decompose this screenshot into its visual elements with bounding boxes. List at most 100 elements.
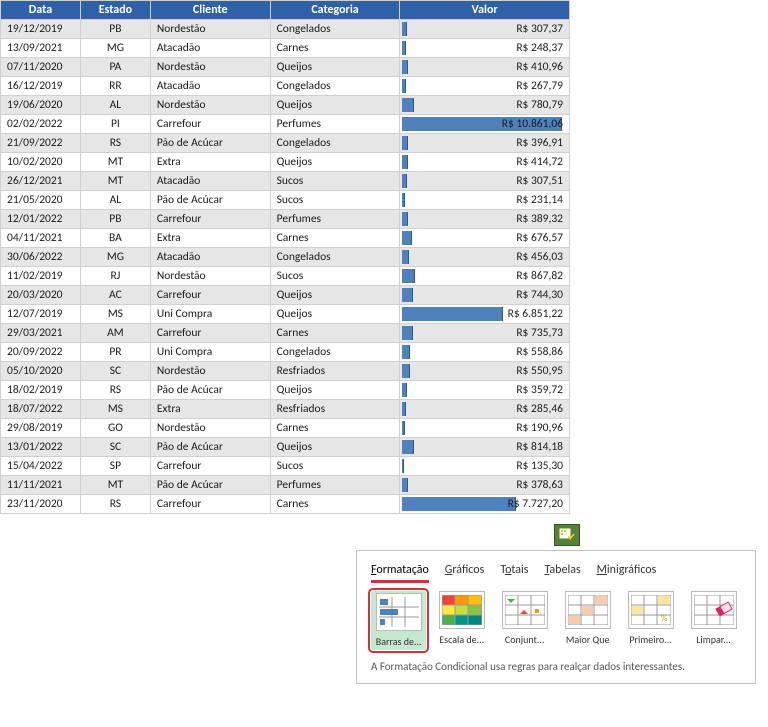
table-row[interactable]: 30/06/2022MGAtacadãoCongeladosR$ 456,03 — [1, 248, 570, 267]
cell-valor[interactable]: R$ 190,96 — [400, 419, 570, 438]
cell-categoria[interactable]: Perfumes — [270, 115, 400, 134]
cell-valor[interactable]: R$ 307,51 — [400, 172, 570, 191]
cell-estado[interactable]: BA — [80, 229, 150, 248]
cell-data[interactable]: 19/12/2019 — [1, 20, 81, 39]
cell-estado[interactable]: MT — [80, 153, 150, 172]
cell-valor[interactable]: R$ 814,18 — [400, 438, 570, 457]
qa-option-4[interactable]: %Primeiro... — [623, 591, 678, 650]
cell-valor[interactable]: R$ 7.727,20 — [400, 495, 570, 514]
table-row[interactable]: 02/02/2022PICarrefourPerfumesR$ 10.861,0… — [1, 115, 570, 134]
cell-cliente[interactable]: Extra — [150, 400, 270, 419]
cell-categoria[interactable]: Carnes — [270, 324, 400, 343]
cell-cliente[interactable]: Carrefour — [150, 457, 270, 476]
cell-data[interactable]: 12/01/2022 — [1, 210, 81, 229]
cell-categoria[interactable]: Perfumes — [270, 210, 400, 229]
qa-option-0[interactable]: Barras de... — [371, 591, 426, 650]
cell-valor[interactable]: R$ 6.851,22 — [400, 305, 570, 324]
cell-categoria[interactable]: Queijos — [270, 305, 400, 324]
cell-data[interactable]: 21/05/2020 — [1, 191, 81, 210]
cell-cliente[interactable]: Atacadão — [150, 248, 270, 267]
cell-cliente[interactable]: Uni Compra — [150, 343, 270, 362]
cell-cliente[interactable]: Nordestão — [150, 58, 270, 77]
table-row[interactable]: 21/09/2022RSPão de AcúcarCongeladosR$ 39… — [1, 134, 570, 153]
cell-data[interactable]: 13/09/2021 — [1, 39, 81, 58]
cell-data[interactable]: 20/09/2022 — [1, 343, 81, 362]
cell-valor[interactable]: R$ 267,79 — [400, 77, 570, 96]
cell-cliente[interactable]: Carrefour — [150, 115, 270, 134]
qa-option-2[interactable]: Conjunt... — [497, 591, 552, 650]
cell-estado[interactable]: GO — [80, 419, 150, 438]
cell-cliente[interactable]: Nordestão — [150, 419, 270, 438]
table-row[interactable]: 20/03/2020ACCarrefourQueijosR$ 744,30 — [1, 286, 570, 305]
cell-valor[interactable]: R$ 735,73 — [400, 324, 570, 343]
header-estado[interactable]: Estado — [80, 1, 150, 20]
cell-cliente[interactable]: Carrefour — [150, 324, 270, 343]
table-row[interactable]: 18/07/2022MSExtraResfriadosR$ 285,46 — [1, 400, 570, 419]
tab-formatao[interactable]: Formatação — [371, 563, 429, 581]
cell-valor[interactable]: R$ 307,37 — [400, 20, 570, 39]
cell-categoria[interactable]: Perfumes — [270, 476, 400, 495]
cell-valor[interactable]: R$ 359,72 — [400, 381, 570, 400]
tab-tabelas[interactable]: Tabelas — [545, 563, 581, 581]
cell-valor[interactable]: R$ 410,96 — [400, 58, 570, 77]
cell-valor[interactable]: R$ 396,91 — [400, 134, 570, 153]
qa-option-1[interactable]: Escala de... — [434, 591, 489, 650]
cell-categoria[interactable]: Queijos — [270, 153, 400, 172]
cell-categoria[interactable]: Resfriados — [270, 400, 400, 419]
cell-valor[interactable]: R$ 248,37 — [400, 39, 570, 58]
table-row[interactable]: 18/02/2019RSPão de AcúcarQueijosR$ 359,7… — [1, 381, 570, 400]
data-table[interactable]: Data Estado Cliente Categoria Valor 19/1… — [0, 0, 570, 514]
cell-cliente[interactable]: Nordestão — [150, 362, 270, 381]
cell-estado[interactable]: PI — [80, 115, 150, 134]
cell-categoria[interactable]: Queijos — [270, 381, 400, 400]
cell-estado[interactable]: MS — [80, 305, 150, 324]
cell-valor[interactable]: R$ 558,86 — [400, 343, 570, 362]
table-row[interactable]: 20/09/2022PRUni CompraCongeladosR$ 558,8… — [1, 343, 570, 362]
cell-estado[interactable]: AL — [80, 96, 150, 115]
table-row[interactable]: 23/11/2020RSCarrefourCarnesR$ 7.727,20 — [1, 495, 570, 514]
cell-categoria[interactable]: Carnes — [270, 495, 400, 514]
cell-estado[interactable]: PB — [80, 210, 150, 229]
cell-data[interactable]: 21/09/2022 — [1, 134, 81, 153]
cell-cliente[interactable]: Nordestão — [150, 20, 270, 39]
cell-estado[interactable]: PA — [80, 58, 150, 77]
cell-estado[interactable]: RS — [80, 381, 150, 400]
cell-categoria[interactable]: Congelados — [270, 343, 400, 362]
cell-categoria[interactable]: Congelados — [270, 248, 400, 267]
cell-cliente[interactable]: Carrefour — [150, 495, 270, 514]
qa-option-5[interactable]: Limpar... — [686, 591, 741, 650]
cell-estado[interactable]: SC — [80, 438, 150, 457]
cell-estado[interactable]: SC — [80, 362, 150, 381]
cell-estado[interactable]: MG — [80, 39, 150, 58]
header-valor[interactable]: Valor — [400, 1, 570, 20]
cell-data[interactable]: 19/06/2020 — [1, 96, 81, 115]
table-row[interactable]: 10/02/2020MTExtraQueijosR$ 414,72 — [1, 153, 570, 172]
cell-data[interactable]: 13/01/2022 — [1, 438, 81, 457]
cell-cliente[interactable]: Nordestão — [150, 267, 270, 286]
cell-cliente[interactable]: Carrefour — [150, 210, 270, 229]
cell-cliente[interactable]: Nordestão — [150, 96, 270, 115]
cell-cliente[interactable]: Pão de Acúcar — [150, 476, 270, 495]
cell-valor[interactable]: R$ 285,46 — [400, 400, 570, 419]
cell-categoria[interactable]: Queijos — [270, 96, 400, 115]
table-row[interactable]: 12/07/2019MSUni CompraQueijosR$ 6.851,22 — [1, 305, 570, 324]
cell-data[interactable]: 10/02/2020 — [1, 153, 81, 172]
cell-cliente[interactable]: Pão de Acúcar — [150, 438, 270, 457]
cell-cliente[interactable]: Pão de Acúcar — [150, 381, 270, 400]
cell-data[interactable]: 11/11/2021 — [1, 476, 81, 495]
cell-estado[interactable]: PB — [80, 20, 150, 39]
cell-estado[interactable]: RS — [80, 495, 150, 514]
cell-cliente[interactable]: Atacadão — [150, 77, 270, 96]
table-row[interactable]: 13/09/2021MGAtacadãoCarnesR$ 248,37 — [1, 39, 570, 58]
cell-cliente[interactable]: Pão de Acúcar — [150, 191, 270, 210]
cell-estado[interactable]: PR — [80, 343, 150, 362]
cell-estado[interactable]: RS — [80, 134, 150, 153]
cell-valor[interactable]: R$ 867,82 — [400, 267, 570, 286]
table-row[interactable]: 29/08/2019GONordestãoCarnesR$ 190,96 — [1, 419, 570, 438]
cell-data[interactable]: 16/12/2019 — [1, 77, 81, 96]
cell-categoria[interactable]: Carnes — [270, 229, 400, 248]
table-row[interactable]: 19/06/2020ALNordestãoQueijosR$ 780,79 — [1, 96, 570, 115]
cell-data[interactable]: 18/02/2019 — [1, 381, 81, 400]
cell-estado[interactable]: AM — [80, 324, 150, 343]
table-row[interactable]: 21/05/2020ALPão de AcúcarSucosR$ 231,14 — [1, 191, 570, 210]
